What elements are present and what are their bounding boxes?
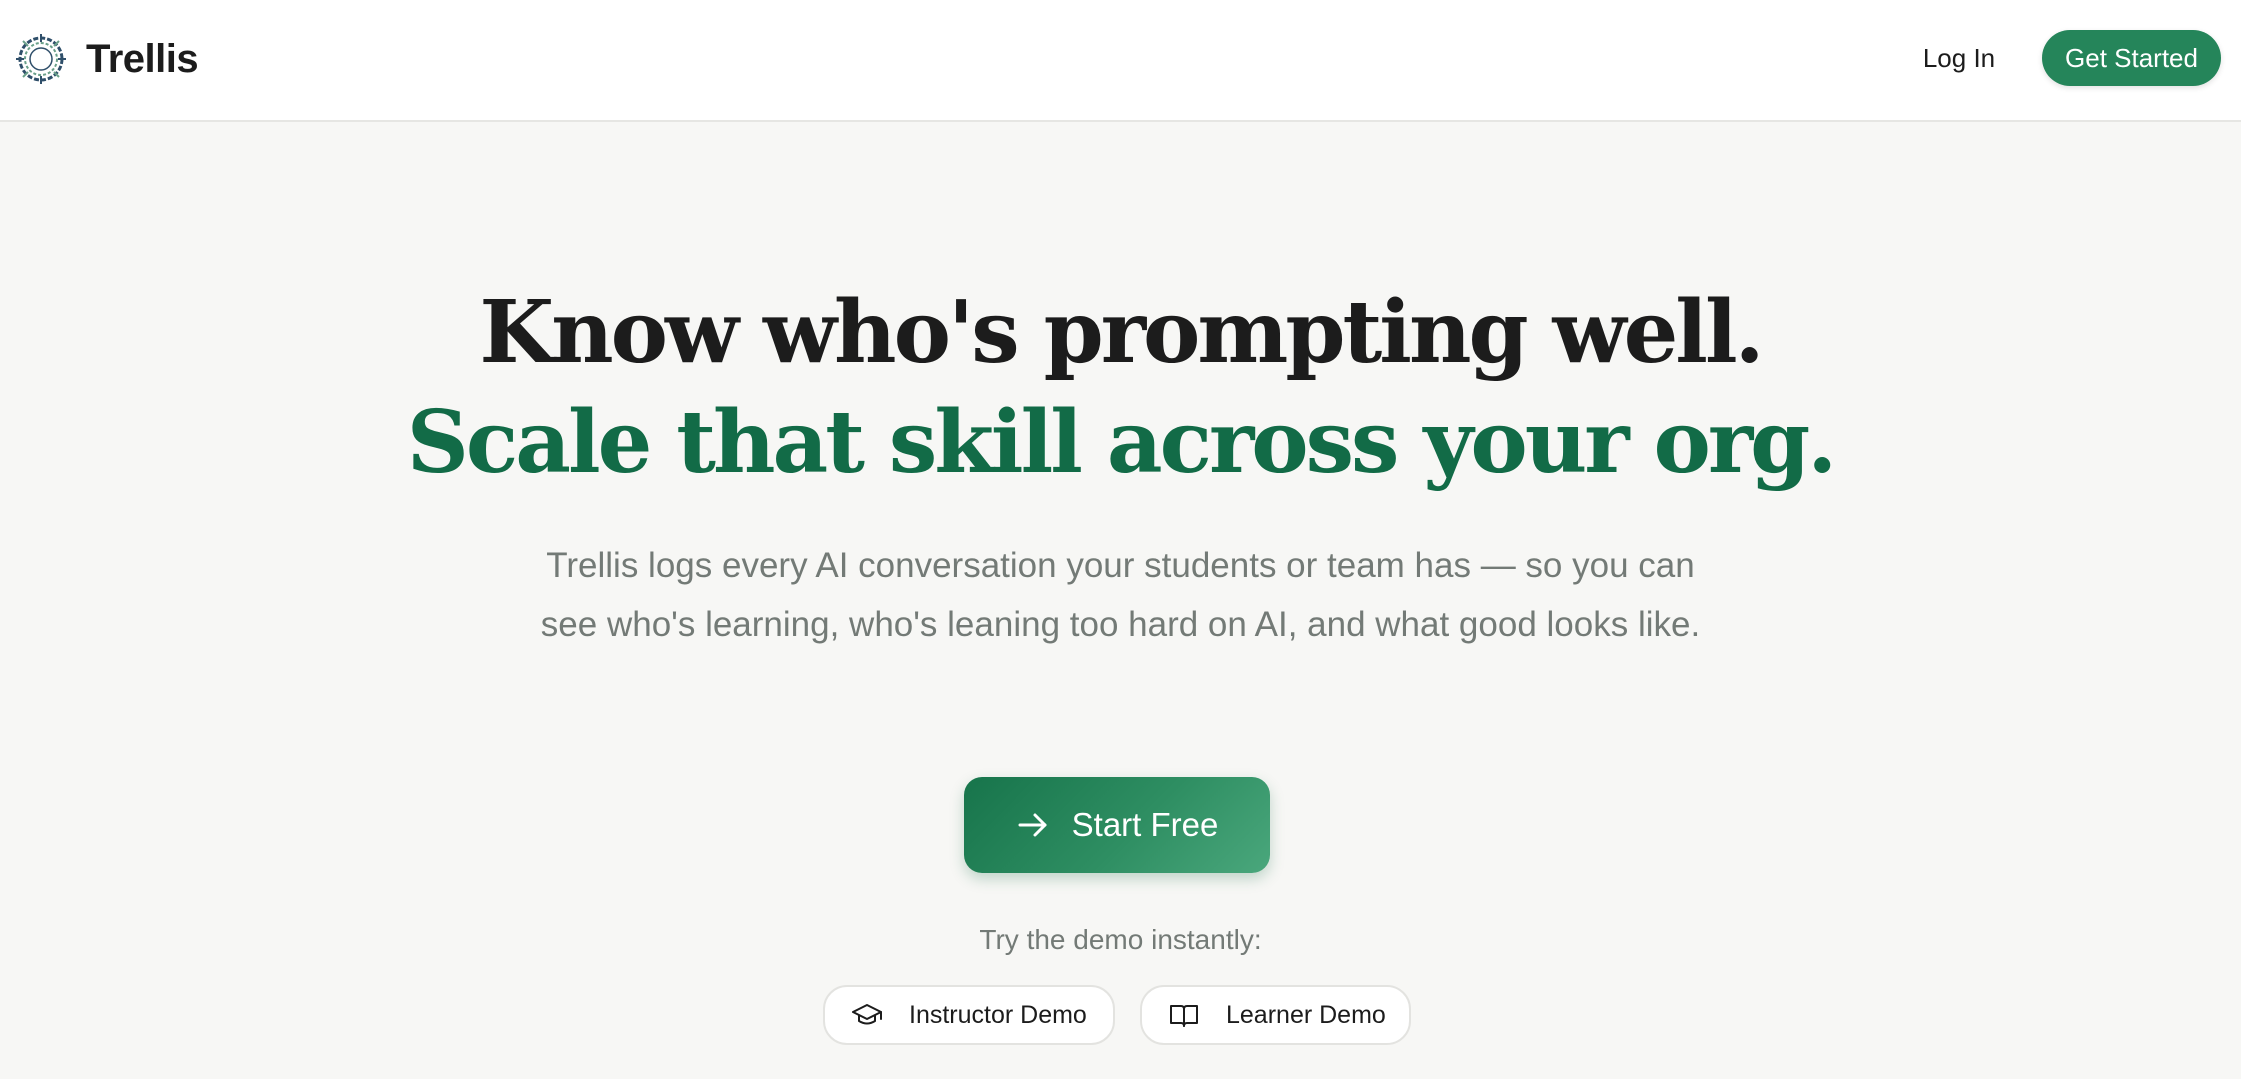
arrow-right-icon — [1018, 813, 1047, 837]
start-free-button[interactable]: Start Free — [964, 777, 1270, 873]
log-in-link[interactable]: Log In — [1920, 36, 1998, 80]
get-started-button[interactable]: Get Started — [2042, 30, 2221, 86]
open-book-icon — [1170, 1005, 1198, 1027]
graduation-cap-icon — [852, 1004, 882, 1025]
learner-demo-button[interactable]: Learner Demo — [1140, 985, 1411, 1045]
hero-headline-line2: Scale that skill across your org. — [406, 392, 1838, 493]
instructor-demo-label: Instructor Demo — [909, 1000, 1087, 1029]
trellis-ring-logo-icon — [16, 34, 66, 84]
start-free-label: Start Free — [1071, 806, 1219, 843]
top-nav-bar: Trellis Log In Get Started — [0, 0, 2241, 122]
hero-headline-line1: Know who's prompting well. — [479, 282, 1764, 383]
demo-caption: Try the demo instantly: — [979, 924, 1262, 955]
brand-name: Trellis — [86, 36, 199, 81]
instructor-demo-button[interactable]: Instructor Demo — [823, 985, 1115, 1045]
hero-subtitle: Trellis logs every AI conversation your … — [540, 546, 1701, 644]
brand-home-link[interactable]: Trellis — [14, 30, 199, 88]
learner-demo-label: Learner Demo — [1226, 1000, 1386, 1029]
